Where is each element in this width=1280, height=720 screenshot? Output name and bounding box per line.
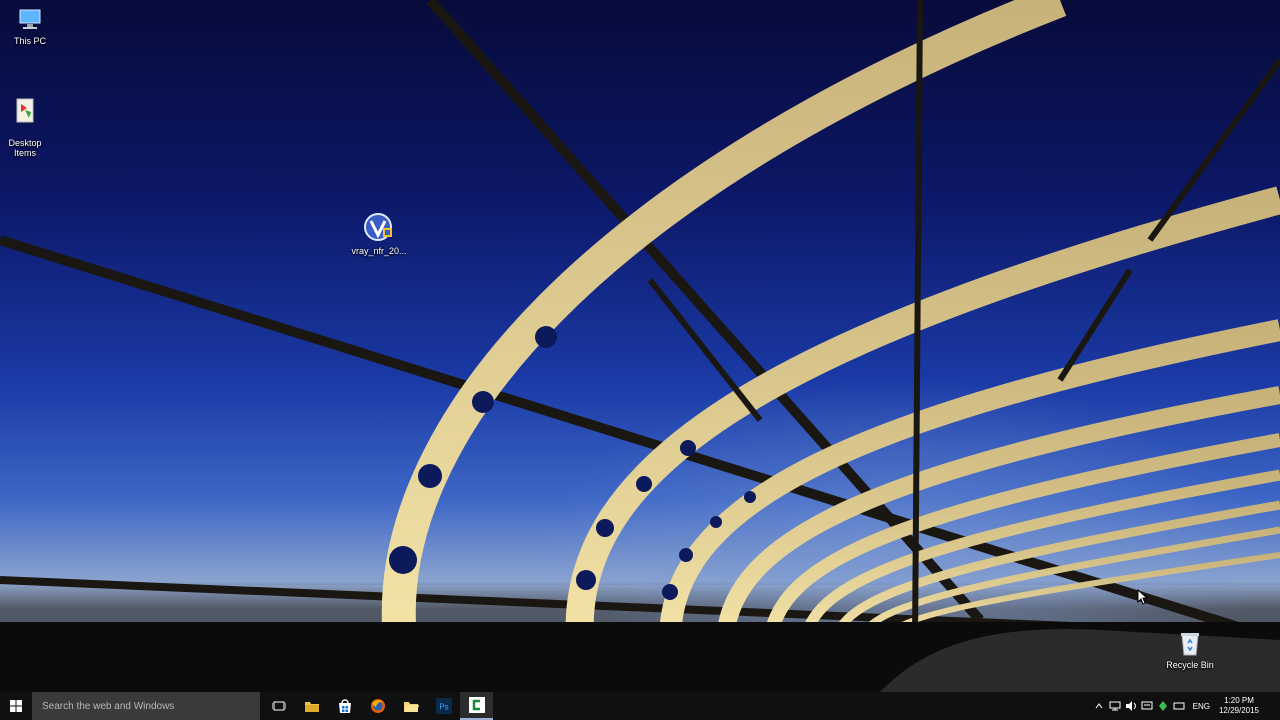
clock-date: 12/29/2015 (1218, 706, 1260, 715)
desktop-items-icon (0, 88, 55, 126)
desktop-icon-label: vray_nfr_20... (351, 246, 407, 256)
desktop-icon-label: Desktop Items (8, 138, 42, 158)
camtasia-button[interactable] (460, 692, 493, 720)
task-view-icon (271, 701, 286, 711)
firefox-button[interactable] (361, 692, 394, 720)
recycle-tray-icon (1158, 701, 1167, 711)
clock-time: 1:20 PM (1224, 696, 1254, 705)
search-input[interactable] (40, 699, 254, 713)
desktop-icon-label: This PC (13, 36, 46, 46)
start-button[interactable] (0, 692, 32, 720)
desktop-icon-desktop-items[interactable]: Desktop Items (0, 78, 55, 158)
network-icon (1109, 701, 1121, 711)
network-button[interactable] (1107, 692, 1123, 720)
folder-yellow-icon (403, 702, 419, 712)
volume-button[interactable] (1123, 692, 1139, 720)
store-button[interactable] (328, 692, 361, 720)
message-icon (1141, 701, 1153, 710)
desktop-icon-recycle-bin[interactable]: Recycle Bin (1160, 630, 1220, 670)
photoshop-icon-text: Ps (439, 703, 448, 712)
desktop-icon-this-pc[interactable]: This PC (0, 8, 60, 46)
mouse-cursor-icon (1137, 588, 1149, 610)
folder-icon (304, 702, 319, 712)
system-tray: ENG 1:20 PM 12/29/2015 (1091, 692, 1280, 720)
show-hidden-icons-button[interactable] (1091, 692, 1107, 720)
photoshop-icon: Ps (435, 698, 452, 714)
desktop-icon-label: Recycle Bin (1166, 660, 1214, 670)
store-icon (338, 699, 351, 713)
taskbar-search-box[interactable] (32, 692, 260, 720)
chevron-up-icon (1095, 703, 1103, 709)
recycle-bin-icon (1160, 630, 1220, 658)
language-indicator[interactable]: ENG (1187, 702, 1216, 711)
action-center-button[interactable] (1139, 692, 1155, 720)
taskbar: Ps ENG 1:20 PM 12/29/2015 (0, 692, 1280, 720)
keyboard-icon (1173, 702, 1185, 710)
task-view-button[interactable] (262, 692, 295, 720)
vray-installer-icon (349, 212, 409, 244)
camtasia-icon (468, 697, 485, 713)
this-pc-icon (0, 8, 60, 34)
clock[interactable]: 1:20 PM 12/29/2015 (1216, 696, 1262, 716)
show-desktop-button[interactable] (1262, 692, 1280, 720)
firefox-icon (370, 699, 385, 713)
speaker-icon (1125, 701, 1136, 711)
tray-app-button[interactable] (1155, 692, 1171, 720)
tray-app2-button[interactable] (1171, 692, 1187, 720)
desktop-wallpaper (0, 0, 1280, 692)
desktop-icon-vray-installer[interactable]: vray_nfr_20... (349, 212, 409, 256)
photoshop-button[interactable]: Ps (427, 692, 460, 720)
bridge-wallpaper-art (0, 0, 1280, 692)
file-explorer-button[interactable] (295, 692, 328, 720)
windows-logo-icon (10, 700, 22, 712)
file-manager-button[interactable] (394, 692, 427, 720)
